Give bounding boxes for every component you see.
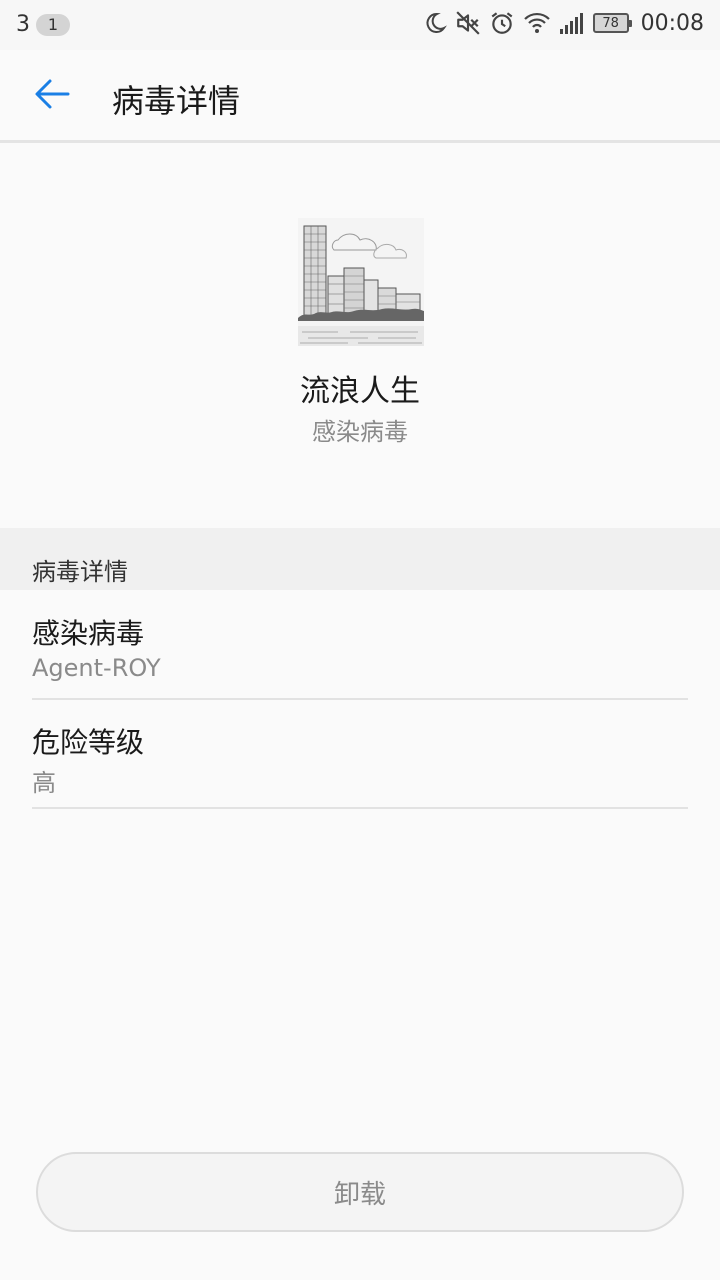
detail-label: 危险等级 (32, 726, 145, 759)
wifi-icon (523, 11, 551, 35)
page-title: 病毒详情 (112, 82, 241, 120)
notification-badge: 1 (36, 13, 70, 36)
uninstall-button[interactable]: 卸载 (36, 1152, 684, 1232)
back-button[interactable] (24, 68, 80, 124)
notification-count: 3 (16, 12, 30, 37)
detail-label: 感染病毒 (32, 617, 145, 650)
app-status: 感染病毒 (312, 418, 408, 446)
moon-icon (423, 10, 447, 36)
app-bar: 病毒详情 (0, 50, 720, 143)
signal-icon (559, 11, 585, 35)
battery-icon: 78 (592, 13, 632, 33)
mute-icon (455, 10, 481, 36)
section-title: 病毒详情 (32, 558, 128, 586)
detail-value: 高 (32, 769, 56, 797)
section-header: 病毒详情 (0, 528, 720, 590)
arrow-left-icon (32, 74, 72, 118)
status-bar: 3 1 78 00:08 (0, 0, 720, 50)
status-bar-right: 78 00:08 (423, 10, 704, 36)
battery-level: 78 (602, 15, 619, 31)
detail-value: Agent-ROY (32, 654, 161, 682)
status-bar-left: 3 1 (16, 12, 70, 37)
clock: 00:08 (640, 10, 704, 36)
detail-row-risk-level: 危险等级 高 (32, 701, 688, 809)
app-name: 流浪人生 (300, 374, 420, 409)
alarm-icon (489, 10, 515, 36)
detail-row-virus: 感染病毒 Agent-ROY (32, 592, 688, 700)
city-skyline-icon (298, 218, 424, 346)
